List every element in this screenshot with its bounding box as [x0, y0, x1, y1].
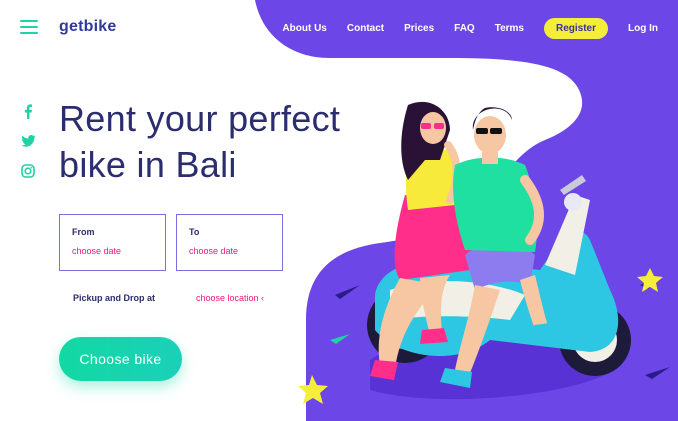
facebook-icon[interactable] — [20, 103, 36, 119]
nav-faq[interactable]: FAQ — [454, 23, 475, 34]
from-date-field[interactable]: From choose date — [59, 214, 166, 271]
choose-bike-button[interactable]: Choose bike — [59, 337, 182, 381]
hamburger-menu-icon[interactable] — [20, 20, 38, 36]
nav-terms[interactable]: Terms — [495, 23, 524, 34]
top-navigation: About Us Contact Prices FAQ Terms Regist… — [282, 17, 658, 39]
nav-prices[interactable]: Prices — [404, 23, 434, 34]
hero-title-line-2: bike in Bali — [59, 144, 237, 185]
to-label: To — [189, 227, 200, 237]
pickup-location-select[interactable]: choose location ‹ — [196, 293, 264, 303]
login-link[interactable]: Log In — [628, 23, 658, 34]
from-date-value[interactable]: choose date — [72, 246, 153, 256]
brand-logo[interactable]: getbike — [59, 18, 116, 36]
to-date-field[interactable]: To choose date — [176, 214, 283, 271]
register-button[interactable]: Register — [543, 17, 608, 39]
nav-about-us[interactable]: About Us — [282, 23, 326, 34]
social-links — [20, 103, 36, 179]
scooter-couple-illustration — [298, 101, 670, 404]
nav-contact[interactable]: Contact — [347, 23, 384, 34]
twitter-icon[interactable] — [20, 133, 36, 149]
pickup-label: Pickup and Drop at — [73, 293, 156, 303]
to-date-value[interactable]: choose date — [189, 246, 270, 256]
from-label: From — [72, 227, 95, 237]
instagram-icon[interactable] — [20, 163, 36, 179]
